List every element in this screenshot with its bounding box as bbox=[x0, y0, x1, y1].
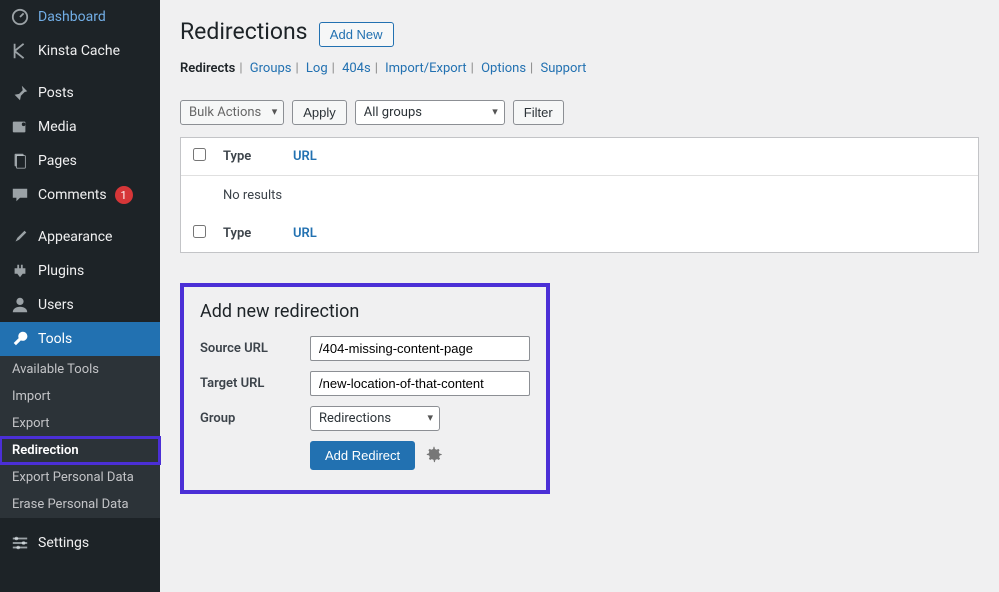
subnav-redirects[interactable]: Redirects bbox=[180, 61, 235, 76]
bulk-actions-select[interactable]: Bulk Actions bbox=[180, 100, 284, 125]
sidebar-item-users[interactable]: Users bbox=[0, 288, 160, 322]
subnav-import[interactable]: Import/Export bbox=[385, 61, 467, 76]
sidebar-item-label: Settings bbox=[38, 535, 89, 551]
source-url-input[interactable] bbox=[310, 336, 530, 361]
target-url-input[interactable] bbox=[310, 371, 530, 396]
pages-icon bbox=[10, 152, 30, 170]
admin-sidebar: Dashboard Kinsta Cache Posts Media Pages… bbox=[0, 0, 160, 592]
col-type-f: Type bbox=[223, 226, 293, 241]
target-url-label: Target URL bbox=[200, 376, 310, 391]
user-icon bbox=[10, 296, 30, 314]
col-type: Type bbox=[223, 149, 293, 164]
sub-redirection[interactable]: Redirection bbox=[0, 437, 160, 464]
no-results-row: No results bbox=[181, 176, 978, 215]
sidebar-item-settings[interactable]: Settings bbox=[0, 526, 160, 560]
page-title: Redirections bbox=[180, 18, 308, 45]
subnav-log[interactable]: Log bbox=[306, 61, 328, 76]
apply-button[interactable]: Apply bbox=[292, 100, 347, 125]
sub-erase-personal[interactable]: Erase Personal Data bbox=[0, 491, 160, 518]
sub-export[interactable]: Export bbox=[0, 410, 160, 437]
gear-icon[interactable] bbox=[425, 445, 443, 467]
kinsta-icon bbox=[10, 42, 30, 60]
form-heading: Add new redirection bbox=[200, 301, 530, 322]
sidebar-item-label: Plugins bbox=[38, 263, 84, 279]
sidebar-item-label: Posts bbox=[38, 85, 74, 101]
sub-import[interactable]: Import bbox=[0, 383, 160, 410]
sidebar-item-label: Dashboard bbox=[38, 9, 106, 25]
subnav-support[interactable]: Support bbox=[540, 61, 586, 76]
sidebar-item-comments[interactable]: Comments 1 bbox=[0, 178, 160, 212]
main-content: Redirections Add New Redirects| Groups| … bbox=[160, 0, 999, 592]
filter-button[interactable]: Filter bbox=[513, 100, 564, 125]
sidebar-item-kinsta[interactable]: Kinsta Cache bbox=[0, 34, 160, 68]
wrench-icon bbox=[10, 330, 30, 348]
sub-nav: Redirects| Groups| Log| 404s| Import/Exp… bbox=[180, 61, 979, 76]
subnav-404s[interactable]: 404s bbox=[342, 61, 371, 76]
sidebar-item-tools[interactable]: Tools bbox=[0, 322, 160, 356]
sidebar-item-appearance[interactable]: Appearance bbox=[0, 220, 160, 254]
plugin-icon bbox=[10, 262, 30, 280]
brush-icon bbox=[10, 228, 30, 246]
tools-submenu: Available Tools Import Export Redirectio… bbox=[0, 356, 160, 518]
select-all-checkbox-foot[interactable] bbox=[193, 225, 206, 238]
groups-filter-select[interactable]: All groups bbox=[355, 100, 505, 125]
comments-badge: 1 bbox=[115, 186, 133, 204]
sidebar-item-label: Comments bbox=[38, 187, 107, 203]
table-toolbar: Bulk Actions Apply All groups Filter bbox=[180, 100, 979, 125]
table-header: Type URL bbox=[181, 138, 978, 176]
sub-export-personal[interactable]: Export Personal Data bbox=[0, 464, 160, 491]
source-url-label: Source URL bbox=[200, 341, 310, 356]
dashboard-icon bbox=[10, 8, 30, 26]
sidebar-item-dashboard[interactable]: Dashboard bbox=[0, 0, 160, 34]
sidebar-item-pages[interactable]: Pages bbox=[0, 144, 160, 178]
subnav-options[interactable]: Options bbox=[481, 61, 526, 76]
sidebar-item-label: Pages bbox=[38, 153, 77, 169]
sidebar-item-label: Tools bbox=[38, 331, 72, 347]
subnav-groups[interactable]: Groups bbox=[250, 61, 292, 76]
comment-icon bbox=[10, 186, 30, 204]
add-new-button[interactable]: Add New bbox=[319, 22, 394, 47]
sidebar-item-label: Kinsta Cache bbox=[38, 43, 120, 59]
settings-icon bbox=[10, 534, 30, 552]
sidebar-item-label: Appearance bbox=[38, 229, 112, 245]
pin-icon bbox=[10, 84, 30, 102]
sidebar-item-label: Media bbox=[38, 119, 77, 135]
redirects-table: Type URL No results Type URL bbox=[180, 137, 979, 253]
add-redirect-button[interactable]: Add Redirect bbox=[310, 441, 415, 470]
sidebar-item-posts[interactable]: Posts bbox=[0, 76, 160, 110]
sidebar-item-plugins[interactable]: Plugins bbox=[0, 254, 160, 288]
media-icon bbox=[10, 118, 30, 136]
sub-available-tools[interactable]: Available Tools bbox=[0, 356, 160, 383]
add-redirect-form: Add new redirection Source URL Target UR… bbox=[180, 283, 550, 494]
group-label: Group bbox=[200, 411, 310, 426]
sidebar-item-label: Users bbox=[38, 297, 74, 313]
select-all-checkbox[interactable] bbox=[193, 148, 206, 161]
col-url-f[interactable]: URL bbox=[293, 226, 317, 241]
table-footer: Type URL bbox=[181, 215, 978, 252]
col-url[interactable]: URL bbox=[293, 149, 317, 164]
sidebar-item-media[interactable]: Media bbox=[0, 110, 160, 144]
group-select[interactable]: Redirections bbox=[310, 406, 440, 431]
